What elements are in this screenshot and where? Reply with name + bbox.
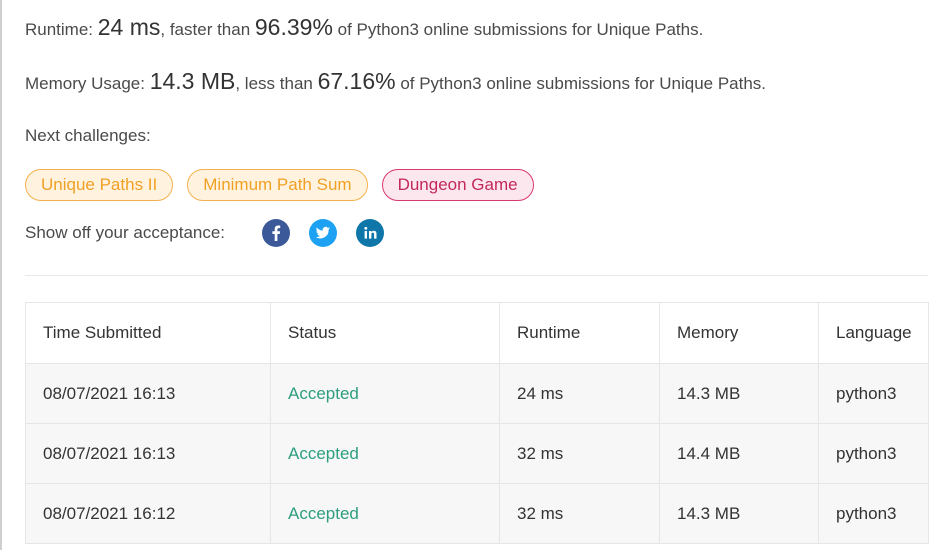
cell-language: python3 [818,483,929,544]
section-divider [25,275,928,276]
header-status: Status [270,302,500,364]
memory-suffix: of Python3 online submissions for Unique… [395,74,767,93]
memory-mid: , less than [235,74,318,93]
table-header-row: Time Submitted Status Runtime Memory Lan… [25,302,929,364]
facebook-icon[interactable] [262,219,290,247]
linkedin-icon[interactable] [356,219,384,247]
cell-language: python3 [818,363,929,424]
memory-value: 14.3 MB [149,68,236,94]
submissions-table: Time Submitted Status Runtime Memory Lan… [25,302,929,544]
cell-memory: 14.3 MB [659,363,819,424]
runtime-label: Runtime: [25,20,98,39]
memory-summary: Memory Usage: 14.3 MB, less than 67.16% … [25,68,766,95]
cell-runtime: 32 ms [499,423,660,484]
header-memory: Memory [659,302,819,364]
challenge-minimum-path-sum[interactable]: Minimum Path Sum [187,169,368,201]
header-runtime: Runtime [499,302,660,364]
share-buttons [262,219,384,247]
memory-percent: 67.16% [317,68,396,94]
next-challenges-label: Next challenges: [25,126,151,145]
cell-time-submitted: 08/07/2021 16:13 [25,423,271,484]
runtime-value: 24 ms [97,14,161,40]
runtime-mid: , faster than [160,20,255,39]
cell-time-submitted: 08/07/2021 16:13 [25,363,271,424]
challenge-unique-paths-ii[interactable]: Unique Paths II [25,169,174,201]
cell-memory: 14.4 MB [659,423,819,484]
next-challenges-list: Unique Paths II Minimum Path Sum Dungeon… [25,169,534,201]
cell-language: python3 [818,423,929,484]
memory-label: Memory Usage: [25,74,150,93]
table-row: 08/07/2021 16:13 Accepted 24 ms 14.3 MB … [25,363,929,424]
cell-status-link[interactable]: Accepted [270,363,500,424]
cell-status-link[interactable]: Accepted [270,483,500,544]
cell-runtime: 32 ms [499,483,660,544]
header-language: Language [818,302,929,364]
cell-status-link[interactable]: Accepted [270,423,500,484]
left-border [0,0,2,550]
share-label: Show off your acceptance: [25,223,226,242]
runtime-suffix: of Python3 online submissions for Unique… [332,20,704,39]
table-row: 08/07/2021 16:13 Accepted 32 ms 14.4 MB … [25,423,929,484]
header-time-submitted: Time Submitted [25,302,271,364]
challenge-dungeon-game[interactable]: Dungeon Game [381,169,534,201]
table-row: 08/07/2021 16:12 Accepted 32 ms 14.3 MB … [25,483,929,544]
cell-time-submitted: 08/07/2021 16:12 [25,483,271,544]
cell-memory: 14.3 MB [659,483,819,544]
runtime-summary: Runtime: 24 ms, faster than 96.39% of Py… [25,14,703,41]
cell-runtime: 24 ms [499,363,660,424]
runtime-percent: 96.39% [254,14,333,40]
twitter-icon[interactable] [309,219,337,247]
